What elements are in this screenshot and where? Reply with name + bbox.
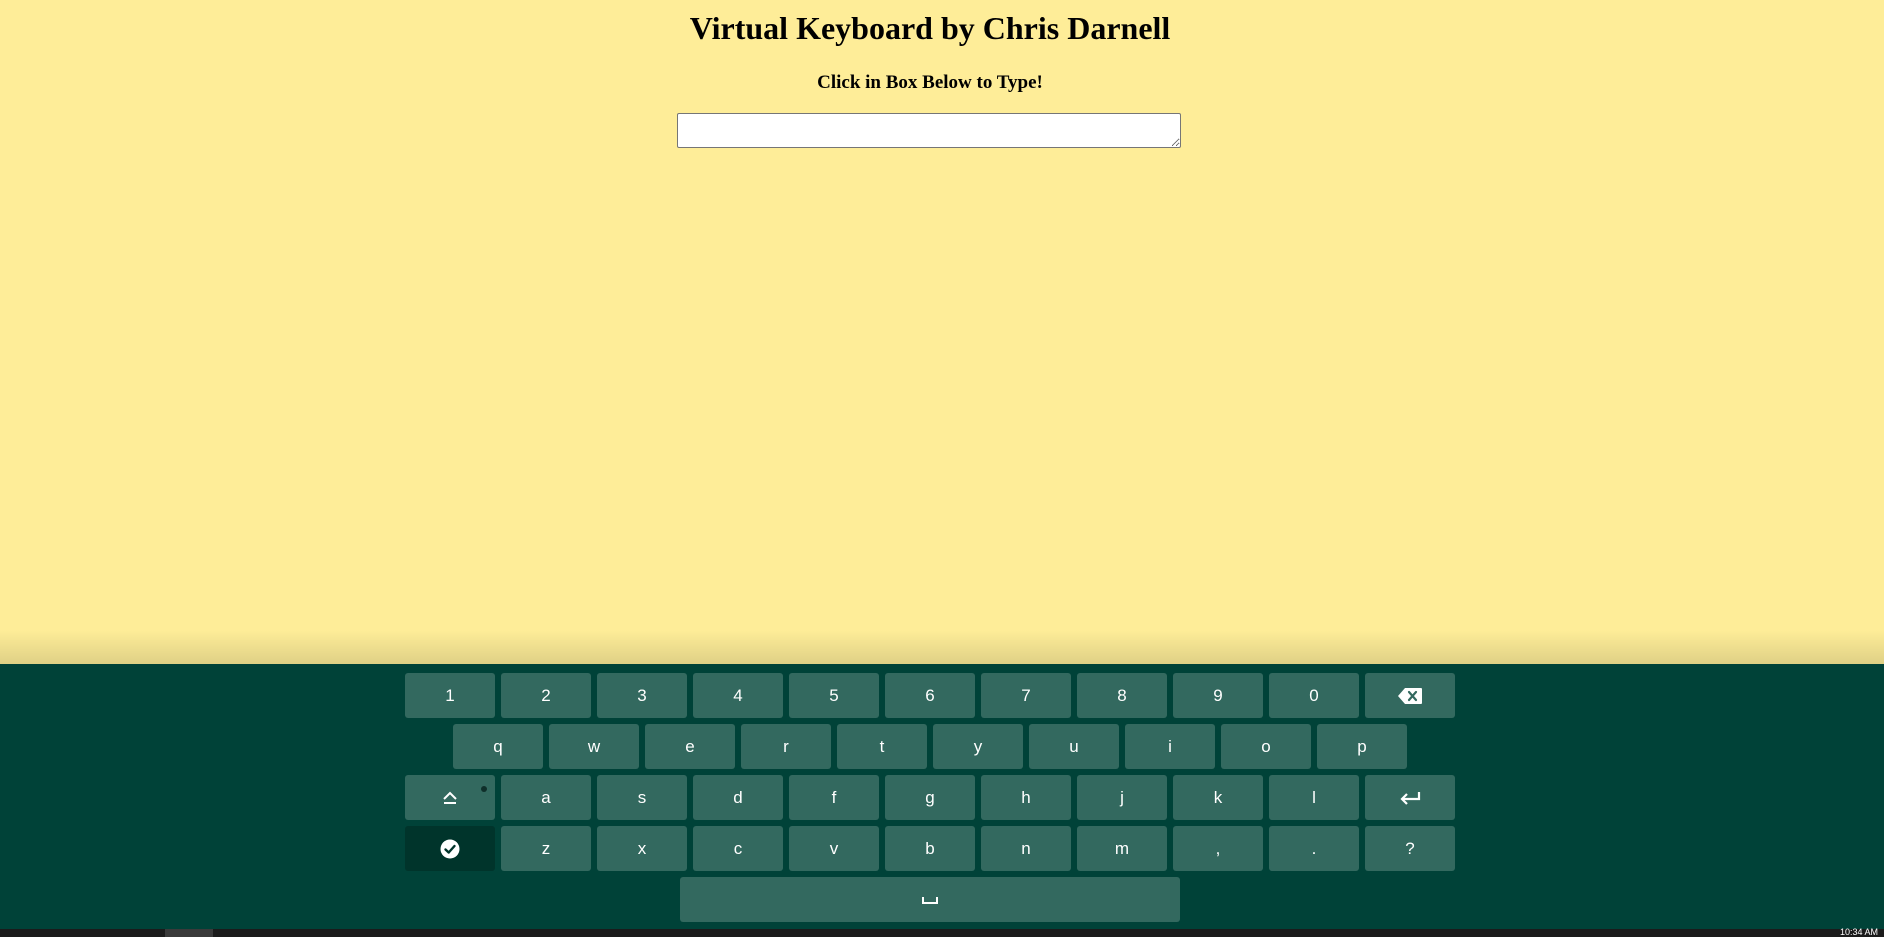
page-subtitle: Click in Box Below to Type! — [817, 72, 1043, 93]
key-question[interactable]: ? — [1365, 826, 1455, 871]
key-label: y — [973, 736, 983, 756]
virtual-keyboard: 1 2 3 4 5 6 7 8 9 0 q w e r t y u i o p a s d f g h j k l z x c v b n m,.? — [0, 664, 1884, 929]
key-label: w — [587, 736, 601, 756]
key-label: 0 — [1309, 685, 1319, 705]
key-z[interactable]: z — [501, 826, 591, 871]
key-label: a — [541, 787, 551, 807]
key-b[interactable]: b — [885, 826, 975, 871]
key-o[interactable]: o — [1221, 724, 1311, 769]
key-l[interactable]: l — [1269, 775, 1359, 820]
typing-textarea[interactable] — [677, 113, 1181, 148]
key-label: 6 — [925, 685, 935, 705]
key-0[interactable]: 0 — [1269, 673, 1359, 718]
enter-icon — [1399, 790, 1421, 806]
key-label: h — [1021, 787, 1031, 807]
key-c[interactable]: c — [693, 826, 783, 871]
key-x[interactable]: x — [597, 826, 687, 871]
taskbar-clock: 10:34 AM — [1839, 927, 1878, 937]
key-s[interactable]: s — [597, 775, 687, 820]
key-k[interactable]: k — [1173, 775, 1263, 820]
key-label: t — [879, 736, 885, 756]
key-label: e — [685, 736, 695, 756]
key-j[interactable]: j — [1077, 775, 1167, 820]
key-g[interactable]: g — [885, 775, 975, 820]
key-period[interactable]: . — [1269, 826, 1359, 871]
space-bar-icon — [922, 895, 938, 905]
key-label: g — [925, 787, 935, 807]
key-t[interactable]: t — [837, 724, 927, 769]
key-label: x — [637, 838, 647, 858]
key-label: l — [1312, 787, 1316, 807]
taskbar: 10:34 AM — [0, 927, 1884, 937]
key-label: i — [1168, 736, 1172, 756]
key-space[interactable] — [680, 877, 1180, 922]
key-d[interactable]: d — [693, 775, 783, 820]
key-3[interactable]: 3 — [597, 673, 687, 718]
key-v[interactable]: v — [789, 826, 879, 871]
key-label: . — [1311, 838, 1317, 858]
key-f[interactable]: f — [789, 775, 879, 820]
key-y[interactable]: y — [933, 724, 1023, 769]
key-label: z — [541, 838, 551, 858]
key-i[interactable]: i — [1125, 724, 1215, 769]
key-label: d — [733, 787, 743, 807]
key-label: v — [829, 838, 839, 858]
key-m[interactable]: m — [1077, 826, 1167, 871]
key-enter[interactable] — [1365, 775, 1455, 820]
key-label: 5 — [829, 685, 839, 705]
key-w[interactable]: w — [549, 724, 639, 769]
keyboard-shadow — [0, 630, 1884, 664]
key-u[interactable]: u — [1029, 724, 1119, 769]
key-label: m — [1114, 838, 1130, 858]
key-e[interactable]: e — [645, 724, 735, 769]
taskbar-app-item[interactable] — [165, 929, 213, 937]
key-backspace[interactable] — [1365, 673, 1455, 718]
key-label: q — [493, 736, 503, 756]
key-label: k — [1213, 787, 1223, 807]
caps-lock-indicator — [481, 786, 487, 792]
key-7[interactable]: 7 — [981, 673, 1071, 718]
key-label: , — [1215, 838, 1221, 858]
key-label: r — [783, 736, 789, 756]
key-label: s — [637, 787, 647, 807]
key-q[interactable]: q — [453, 724, 543, 769]
key-label: u — [1069, 736, 1079, 756]
key-label: ? — [1405, 838, 1415, 858]
key-p[interactable]: p — [1317, 724, 1407, 769]
key-label: 9 — [1213, 685, 1223, 705]
key-label: j — [1120, 787, 1124, 807]
key-r[interactable]: r — [741, 724, 831, 769]
key-label: c — [733, 838, 743, 858]
backspace-icon — [1397, 687, 1423, 705]
key-n[interactable]: n — [981, 826, 1071, 871]
key-5[interactable]: 5 — [789, 673, 879, 718]
key-label: 2 — [541, 685, 551, 705]
key-label: o — [1261, 736, 1271, 756]
key-label: f — [831, 787, 837, 807]
key-shift[interactable] — [405, 775, 495, 820]
page: Virtual Keyboard by Chris Darnell Click … — [0, 0, 1884, 937]
shift-icon — [442, 791, 458, 805]
key-label: b — [925, 838, 935, 858]
key-6[interactable]: 6 — [885, 673, 975, 718]
key-4[interactable]: 4 — [693, 673, 783, 718]
key-label: 7 — [1021, 685, 1031, 705]
key-comma[interactable]: , — [1173, 826, 1263, 871]
key-2[interactable]: 2 — [501, 673, 591, 718]
key-label: p — [1357, 736, 1367, 756]
key-a[interactable]: a — [501, 775, 591, 820]
key-label: 8 — [1117, 685, 1127, 705]
key-label: 3 — [637, 685, 647, 705]
check-circle-icon — [440, 839, 460, 859]
key-9[interactable]: 9 — [1173, 673, 1263, 718]
key-1[interactable]: 1 — [405, 673, 495, 718]
key-done[interactable] — [405, 826, 495, 871]
key-label: 1 — [445, 685, 455, 705]
key-8[interactable]: 8 — [1077, 673, 1167, 718]
page-title: Virtual Keyboard by Chris Darnell — [689, 10, 1171, 46]
key-label: n — [1021, 838, 1031, 858]
key-h[interactable]: h — [981, 775, 1071, 820]
key-label: 4 — [733, 685, 743, 705]
